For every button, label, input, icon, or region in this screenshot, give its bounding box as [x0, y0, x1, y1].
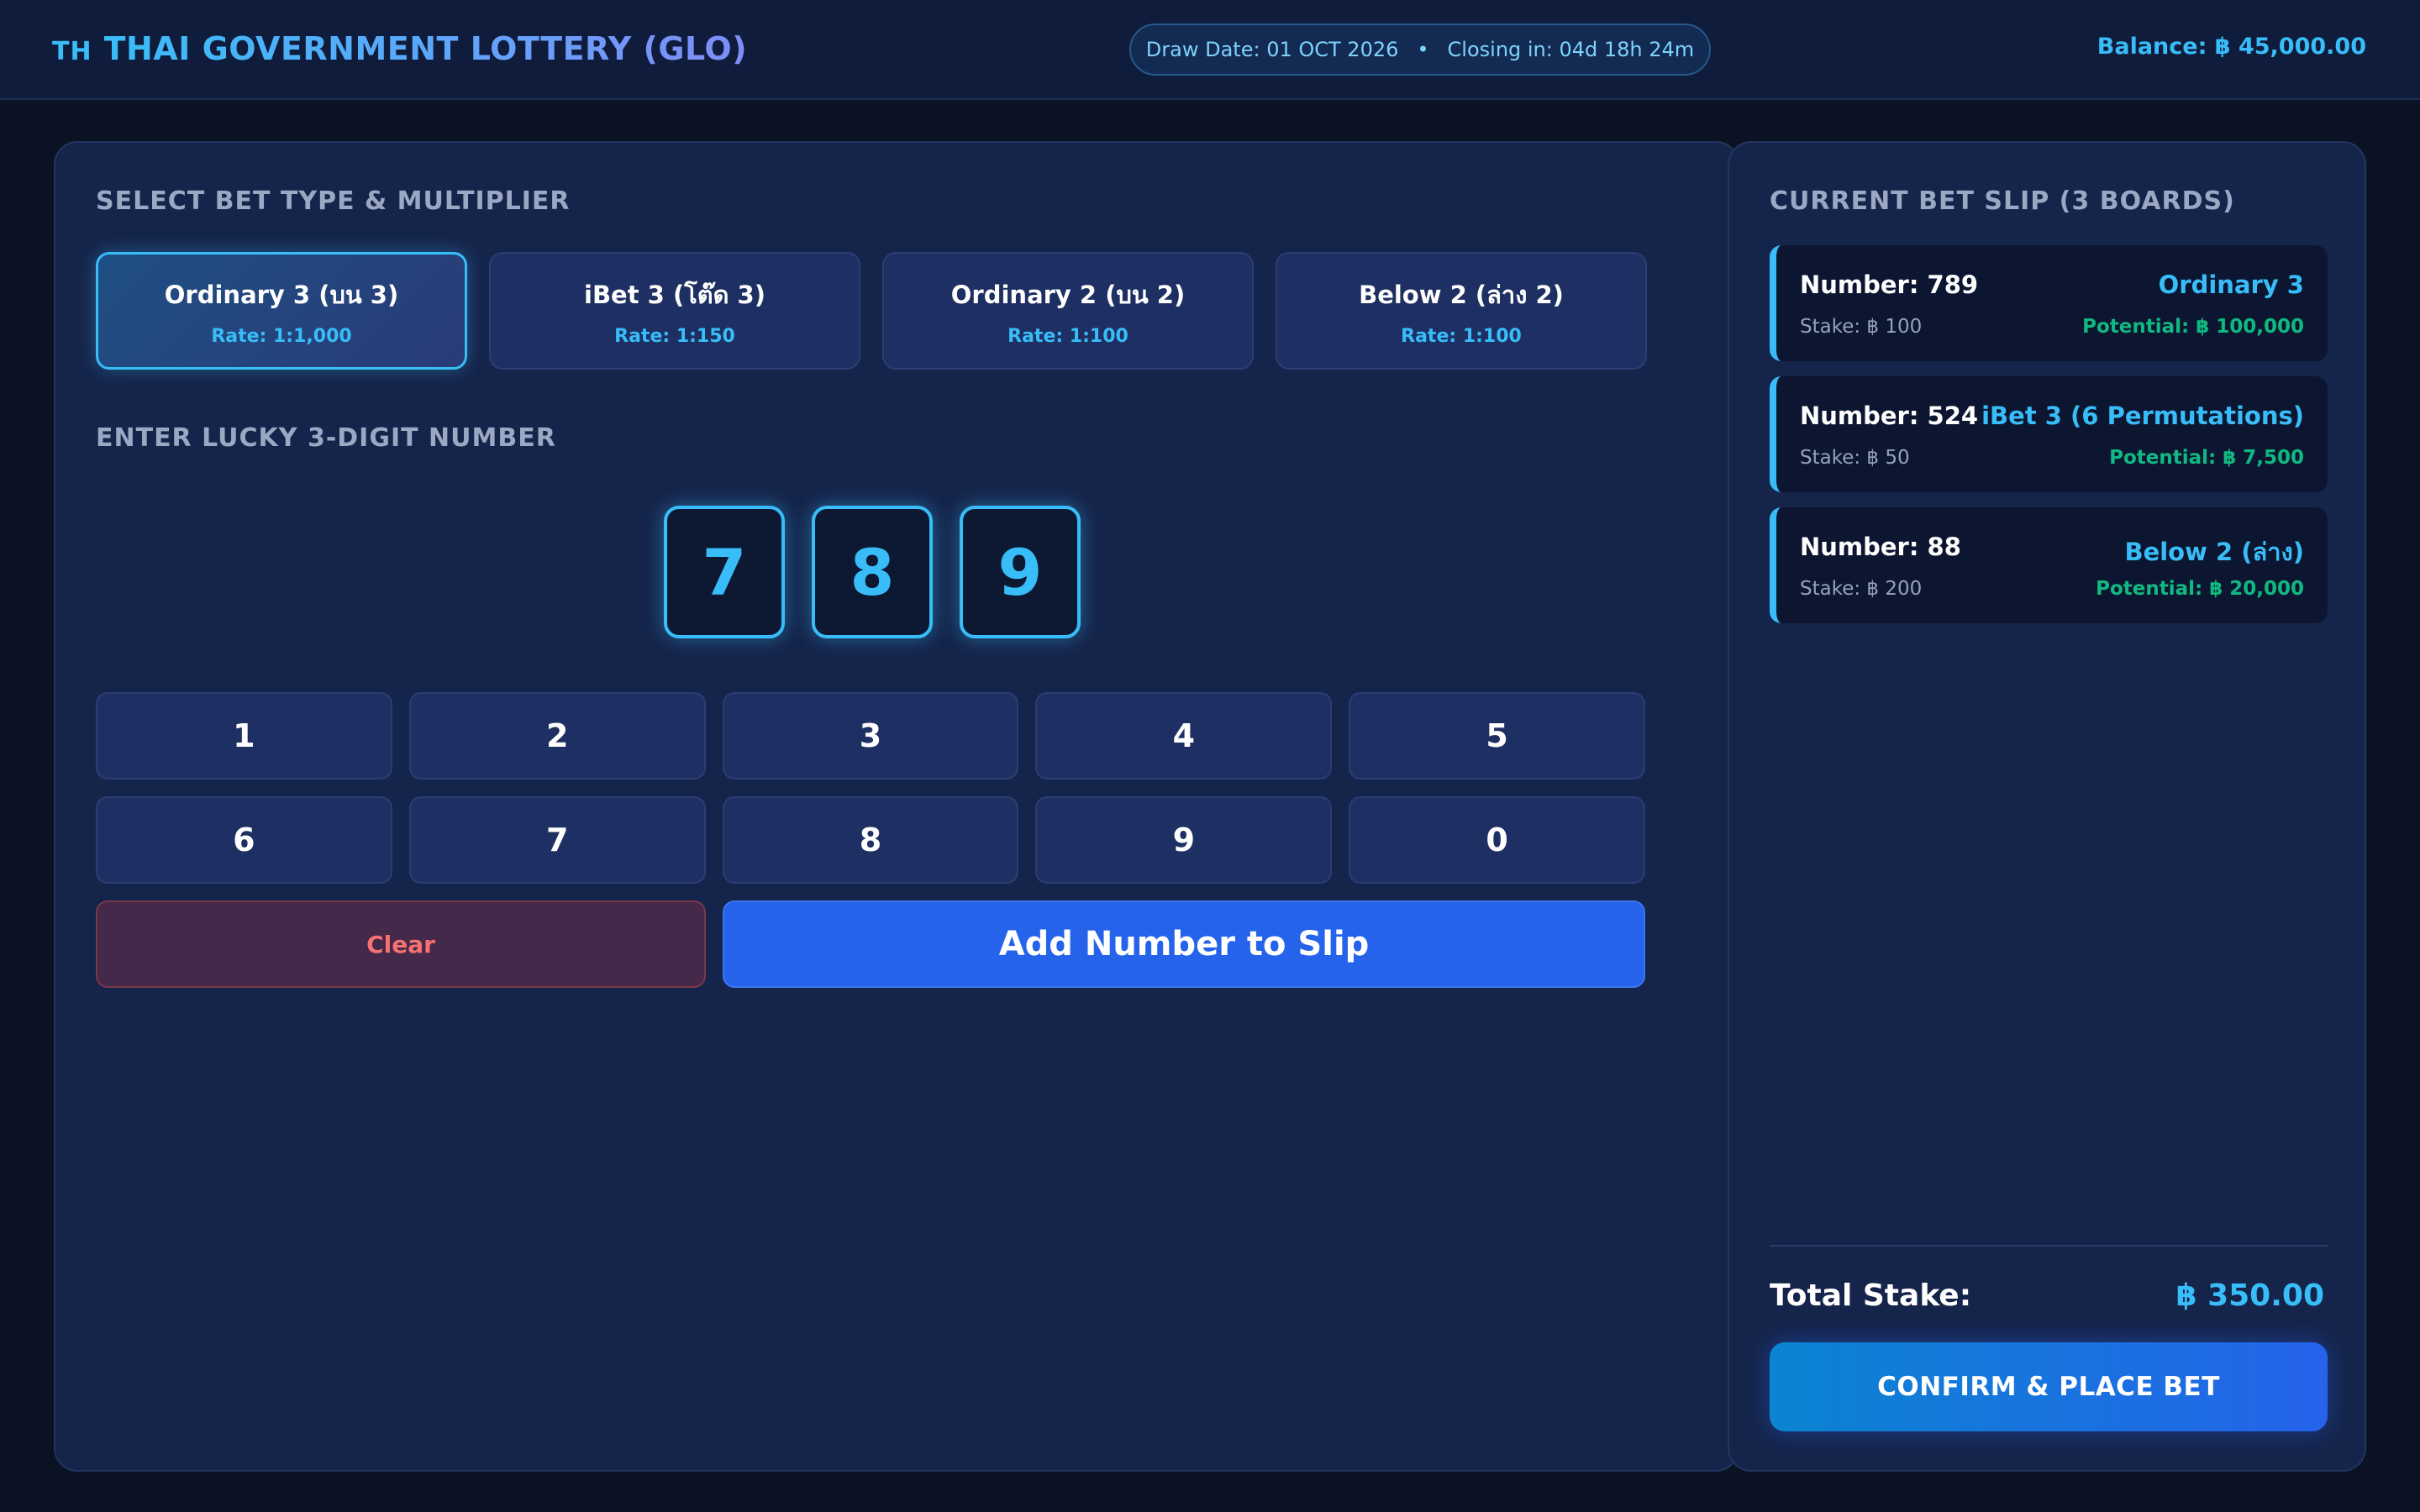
- slip-bet-type: iBet 3 (6 Permutations): [1981, 402, 2304, 430]
- bet-type-below-2[interactable]: Below 2 (ล่าง 2) Rate: 1:100: [1276, 252, 1647, 370]
- bet-builder-panel: SELECT BET TYPE & MULTIPLIER Ordinary 3 …: [54, 141, 1739, 1472]
- bet-type-selector: Ordinary 3 (บน 3) Rate: 1:1,000 iBet 3 (…: [96, 252, 1647, 370]
- keypad-row-2: 6 7 8 9 0: [96, 796, 1645, 884]
- brand: TH THAI GOVERNMENT LOTTERY (GLO): [52, 30, 747, 67]
- bet-slip-list: Number: 789 Ordinary 3 Stake: ฿ 100 Pote…: [1770, 245, 2328, 638]
- key-2[interactable]: 2: [408, 692, 706, 780]
- key-7[interactable]: 7: [408, 796, 706, 884]
- slip-number: Number: 524: [1800, 402, 1979, 430]
- clear-button[interactable]: Clear: [96, 900, 706, 988]
- slip-potential: Potential: ฿ 100,000: [2082, 316, 2304, 338]
- slip-divider: [1770, 1245, 2328, 1247]
- add-to-slip-button[interactable]: Add Number to Slip: [723, 900, 1645, 988]
- draw-info-pill: Draw Date: 01 OCT 2026 • Closing in: 04d…: [1129, 24, 1711, 76]
- bet-type-name: Ordinary 3 (บน 3): [164, 280, 399, 309]
- bet-type-ordinary-3[interactable]: Ordinary 3 (บน 3) Rate: 1:1,000: [96, 252, 467, 370]
- digit-box-3[interactable]: 9: [960, 506, 1081, 638]
- slip-item[interactable]: Number: 88 Below 2 (ล่าง) Stake: ฿ 200 P…: [1770, 507, 2328, 623]
- bet-slip-panel: CURRENT BET SLIP (3 BOARDS) Number: 789 …: [1728, 141, 2366, 1472]
- number-keypad: 1 2 3 4 5 6 7 8 9 0 Clear Add Number to …: [96, 692, 1645, 988]
- digit-box-2[interactable]: 8: [812, 506, 933, 638]
- top-header: TH THAI GOVERNMENT LOTTERY (GLO) Draw Da…: [0, 0, 2420, 100]
- separator-dot: •: [1417, 38, 1429, 61]
- slip-potential: Potential: ฿ 20,000: [2096, 578, 2304, 600]
- key-4[interactable]: 4: [1035, 692, 1333, 780]
- key-0[interactable]: 0: [1349, 796, 1645, 884]
- number-section-title: ENTER LUCKY 3-DIGIT NUMBER: [96, 423, 556, 453]
- lucky-number-display: 7 8 9: [664, 506, 1081, 638]
- closing-countdown: Closing in: 04d 18h 24m: [1447, 38, 1695, 61]
- key-3[interactable]: 3: [722, 692, 1019, 780]
- bet-type-name: Below 2 (ล่าง 2): [1359, 280, 1564, 309]
- bet-slip-title: CURRENT BET SLIP (3 BOARDS): [1770, 186, 2235, 216]
- slip-number: Number: 789: [1800, 270, 1979, 299]
- slip-item[interactable]: Number: 789 Ordinary 3 Stake: ฿ 100 Pote…: [1770, 245, 2328, 361]
- country-flag-icon: TH: [52, 37, 92, 66]
- bet-type-rate: Rate: 1:100: [1007, 325, 1128, 347]
- slip-item[interactable]: Number: 524 iBet 3 (6 Permutations) Stak…: [1770, 376, 2328, 492]
- key-5[interactable]: 5: [1349, 692, 1645, 780]
- draw-date: Draw Date: 01 OCT 2026: [1145, 38, 1399, 61]
- total-stake-value: ฿ 350.00: [2175, 1278, 2324, 1313]
- slip-stake: Stake: ฿ 50: [1800, 447, 1910, 469]
- bet-type-rate: Rate: 1:150: [614, 325, 735, 347]
- bet-type-name: Ordinary 2 (บน 2): [950, 280, 1186, 309]
- keypad-actions: Clear Add Number to Slip: [96, 900, 1645, 988]
- confirm-place-bet-button[interactable]: CONFIRM & PLACE BET: [1770, 1342, 2328, 1431]
- slip-bet-type: Ordinary 3: [2158, 270, 2304, 299]
- digit-box-1[interactable]: 7: [664, 506, 785, 638]
- bet-type-name: iBet 3 (โต๊ด 3): [584, 280, 765, 309]
- key-8[interactable]: 8: [722, 796, 1019, 884]
- bet-type-rate: Rate: 1:100: [1401, 325, 1522, 347]
- keypad-row-1: 1 2 3 4 5: [96, 692, 1645, 780]
- slip-bet-type: Below 2 (ล่าง): [2124, 538, 2304, 566]
- account-balance: Balance: ฿ 45,000.00: [2096, 34, 2366, 60]
- slip-stake: Stake: ฿ 200: [1800, 578, 1923, 600]
- key-6[interactable]: 6: [96, 796, 392, 884]
- slip-potential: Potential: ฿ 7,500: [2109, 447, 2304, 469]
- key-9[interactable]: 9: [1035, 796, 1333, 884]
- key-1[interactable]: 1: [96, 692, 392, 780]
- total-stake-label: Total Stake:: [1770, 1278, 1972, 1313]
- bet-type-ordinary-2[interactable]: Ordinary 2 (บน 2) Rate: 1:100: [882, 252, 1254, 370]
- app-title: THAI GOVERNMENT LOTTERY (GLO): [103, 30, 748, 67]
- slip-number: Number: 88: [1800, 533, 1961, 561]
- bet-type-ibet-3[interactable]: iBet 3 (โต๊ด 3) Rate: 1:150: [489, 252, 860, 370]
- slip-stake: Stake: ฿ 100: [1800, 316, 1923, 338]
- bet-type-section-title: SELECT BET TYPE & MULTIPLIER: [96, 186, 571, 216]
- bet-type-rate: Rate: 1:1,000: [211, 325, 352, 347]
